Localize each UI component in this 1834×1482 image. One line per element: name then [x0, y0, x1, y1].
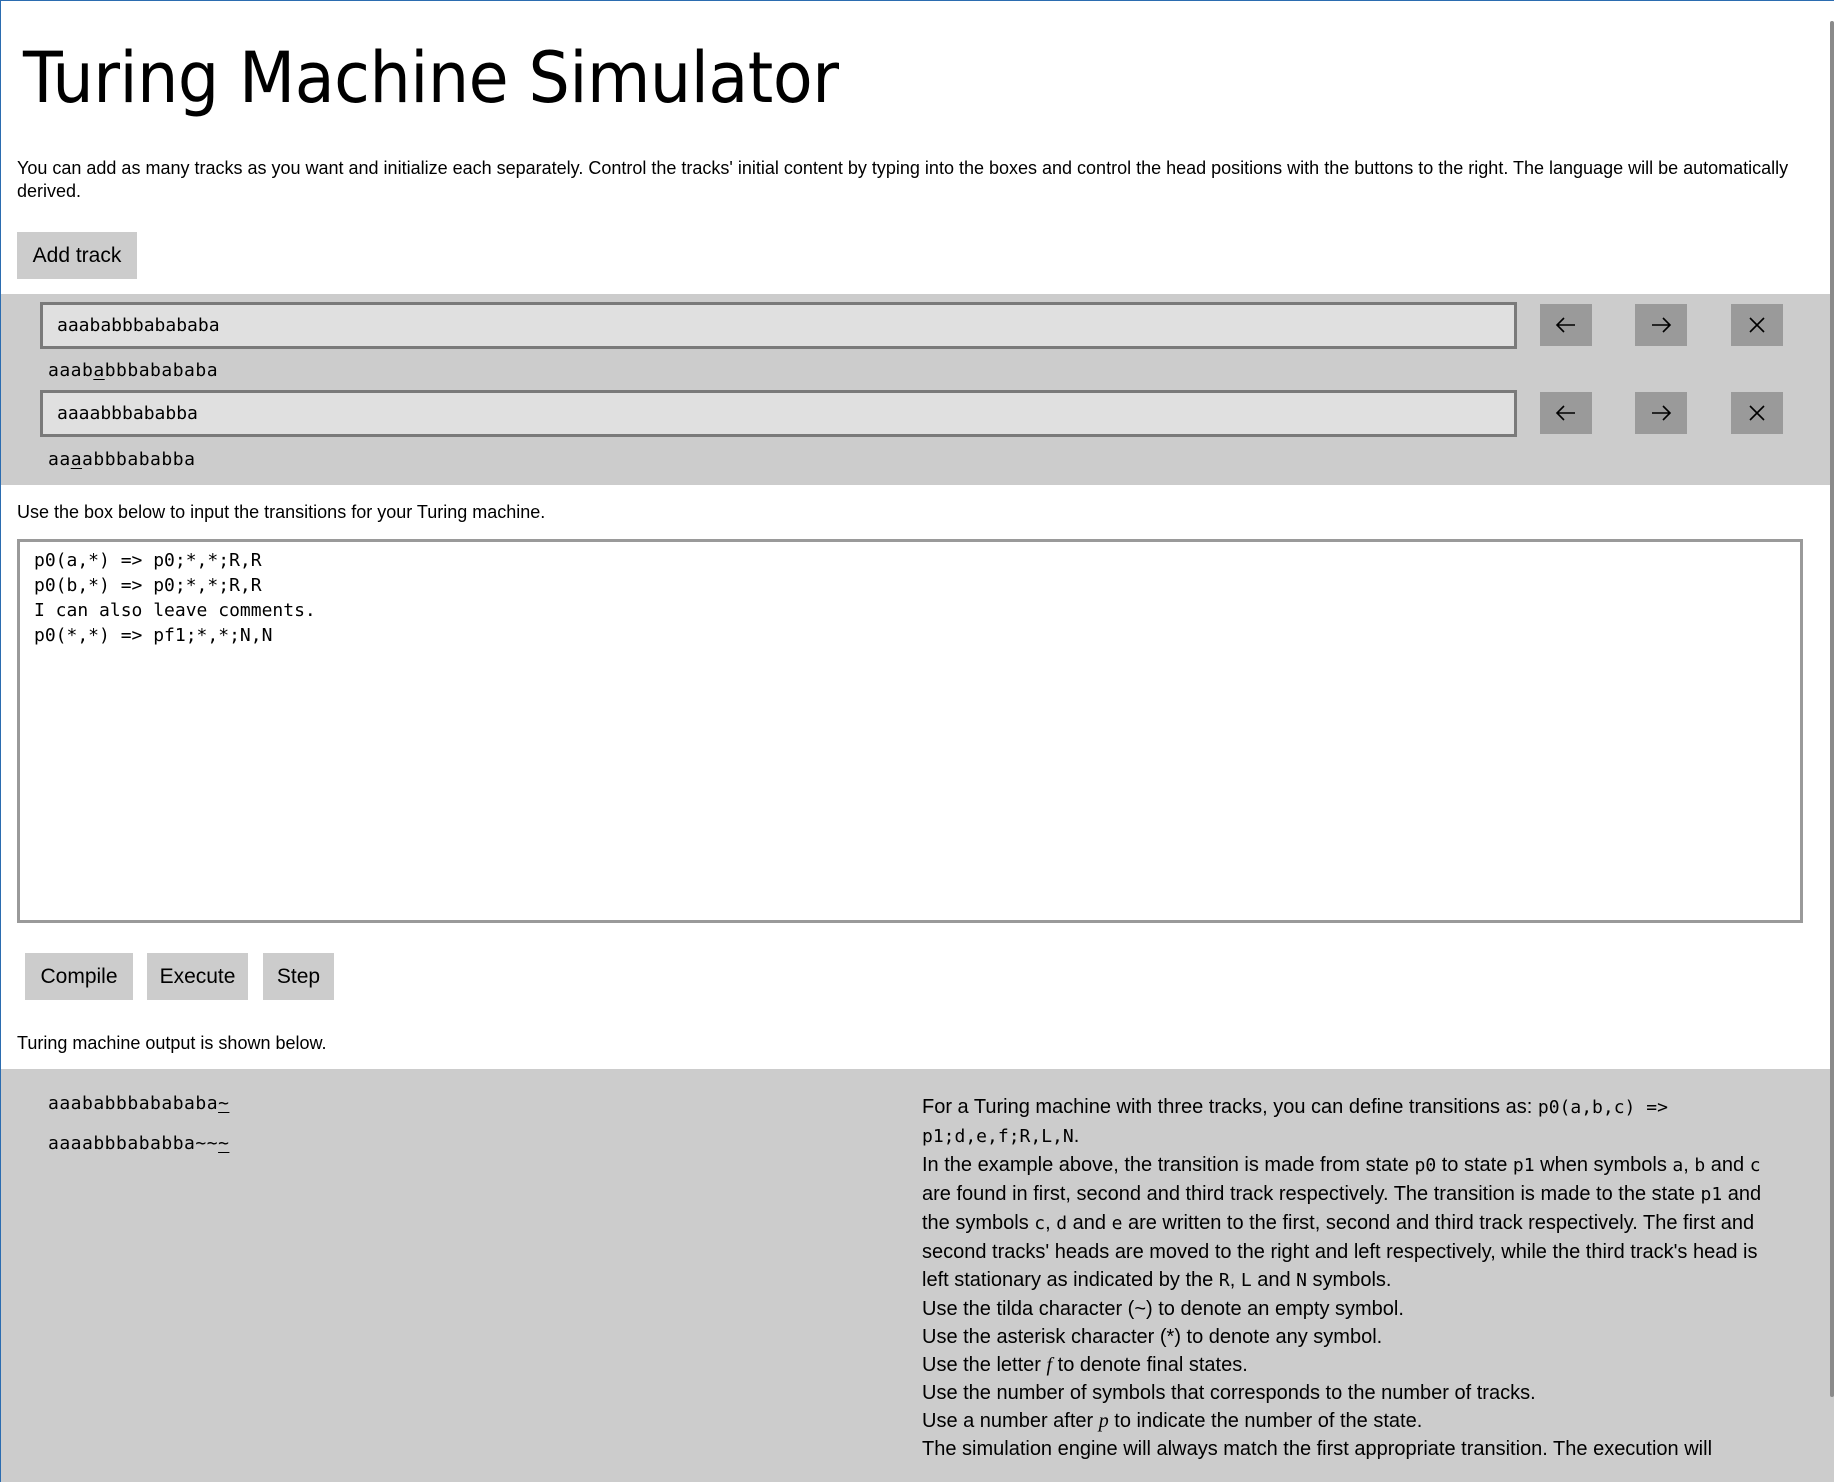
track-2-remove-button[interactable]: [1731, 392, 1783, 434]
step-button[interactable]: Step: [263, 953, 334, 1000]
close-icon: [1749, 405, 1765, 421]
vertical-scrollbar[interactable]: [1830, 21, 1834, 1397]
output-track-1: aaababbbabababa~: [48, 1093, 229, 1114]
track-1-input[interactable]: [40, 302, 1517, 349]
track-1-move-left-button[interactable]: [1540, 304, 1592, 346]
track-2-move-left-button[interactable]: [1540, 392, 1592, 434]
page-title: Turing Machine Simulator: [23, 37, 839, 119]
track-1-move-right-button[interactable]: [1635, 304, 1687, 346]
help-paragraph-6: Use the number of symbols that correspon…: [922, 1382, 1536, 1404]
help-paragraph-3: Use the tilda character (~) to denote an…: [922, 1298, 1404, 1320]
help-text: For a Turing machine with three tracks, …: [922, 1093, 1772, 1463]
tracks-panel: aaababbbabababa aaaabbbababba: [1, 294, 1834, 485]
output-panel: aaababbbabababa~ aaaabbbababba~~~ For a …: [1, 1069, 1834, 1482]
track-1-head: a: [93, 360, 105, 381]
track-2-display: aaaabbbababba: [48, 449, 195, 470]
track-2-input[interactable]: [40, 390, 1517, 437]
track-1-remove-button[interactable]: [1731, 304, 1783, 346]
output-label: Turing machine output is shown below.: [17, 1033, 327, 1053]
help-paragraph-2: In the example above, the transition is …: [922, 1154, 1762, 1291]
arrow-left-icon: [1555, 317, 1575, 333]
output-track-2: aaaabbbababba~~~: [48, 1133, 229, 1154]
track-2-move-right-button[interactable]: [1635, 392, 1687, 434]
arrow-left-icon: [1555, 405, 1575, 421]
transitions-textarea[interactable]: [17, 539, 1803, 923]
help-paragraph-7: Use a number after p to indicate the num…: [922, 1410, 1423, 1432]
output-track-1-head: ~: [218, 1093, 230, 1114]
output-track-2-before: aaaabbbababba~~: [48, 1133, 219, 1154]
track-1-display: aaababbbabababa: [48, 360, 218, 381]
help-paragraph-8: The simulation engine will always match …: [922, 1438, 1713, 1460]
execute-button[interactable]: Execute: [147, 953, 248, 1000]
intro-text: You can add as many tracks as you want a…: [17, 158, 1789, 201]
track-2-before: aa: [48, 449, 71, 470]
output-track-1-before: aaababbbabababa: [48, 1093, 219, 1114]
track-2-after: abbbababba: [82, 449, 196, 470]
help-paragraph-5: Use the letter f to denote final states.: [922, 1354, 1248, 1376]
add-track-button[interactable]: Add track: [17, 232, 137, 279]
arrow-right-icon: [1652, 405, 1672, 421]
track-2-head: a: [70, 449, 83, 470]
close-icon: [1749, 317, 1765, 333]
app-window: Turing Machine Simulator You can add as …: [0, 0, 1834, 1482]
output-track-2-head: ~: [218, 1133, 230, 1154]
track-1-after: bbbabababa: [104, 360, 219, 381]
transitions-label: Use the box below to input the transitio…: [17, 502, 546, 522]
arrow-right-icon: [1652, 317, 1672, 333]
track-1-before: aaab: [48, 360, 94, 381]
help-paragraph-1: For a Turing machine with three tracks, …: [922, 1096, 1668, 1147]
help-paragraph-4: Use the asterisk character (*) to denote…: [922, 1326, 1383, 1348]
compile-button[interactable]: Compile: [25, 953, 133, 1000]
